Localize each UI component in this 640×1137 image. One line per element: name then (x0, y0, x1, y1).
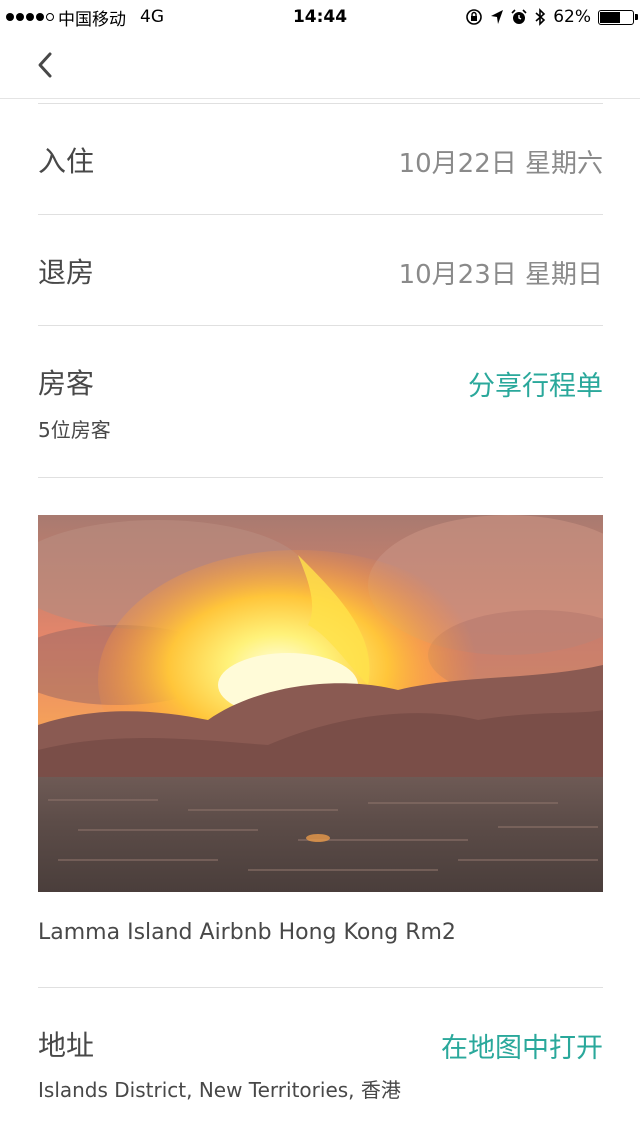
status-left: 中国移动 4G (6, 5, 164, 30)
divider (38, 987, 603, 988)
battery-percent: 62% (553, 7, 591, 27)
divider (38, 325, 603, 326)
status-bar: 中国移动 4G 14:44 62% (0, 0, 640, 34)
checkout-label: 退房 (38, 256, 95, 289)
checkin-label: 入住 (38, 145, 95, 178)
navigation-bar (0, 34, 640, 99)
carrier-name: 中国移动 (58, 9, 126, 30)
battery-icon (598, 9, 638, 25)
signal-dots-icon (6, 13, 54, 21)
chevron-left-icon (38, 52, 52, 78)
divider (38, 103, 603, 104)
checkout-row: 退房 10月23日 星期日 (38, 251, 603, 295)
listing-photo[interactable] (38, 515, 603, 892)
sunset-image (38, 515, 603, 892)
back-button[interactable] (30, 48, 64, 82)
location-arrow-icon (491, 10, 504, 24)
battery-level (600, 11, 620, 23)
status-right: 62% (465, 7, 638, 27)
checkin-date: 10月22日 星期六 (398, 149, 603, 179)
listing-title[interactable]: Lamma Island Airbnb Hong Kong Rm2 (38, 920, 456, 945)
address-label: 地址 (38, 1029, 95, 1062)
divider (38, 214, 603, 215)
bluetooth-icon (535, 8, 546, 26)
checkout-date: 10月23日 星期日 (398, 260, 603, 290)
alarm-icon (511, 9, 527, 24)
address-value: Islands District, New Territories, 香港 (38, 1078, 401, 1102)
open-in-map-link[interactable]: 在地图中打开 (441, 1026, 603, 1065)
address-row: 地址 在地图中打开 Islands District, New Territor… (38, 1024, 603, 1114)
divider (38, 477, 603, 478)
guests-label: 房客 (38, 367, 95, 400)
network-type: 4G (140, 7, 164, 27)
checkin-row: 入住 10月22日 星期六 (38, 140, 603, 184)
guest-count: 5位房客 (38, 418, 111, 442)
lock-rotation-icon (466, 9, 483, 25)
share-itinerary-link[interactable]: 分享行程单 (468, 364, 603, 403)
guests-row: 房客 分享行程单 5位房客 (38, 362, 603, 452)
